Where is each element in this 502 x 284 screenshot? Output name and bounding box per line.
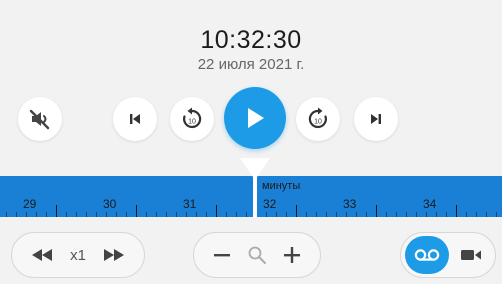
- timeline-tick-label: 29: [23, 197, 37, 211]
- timeline-tick-label: 31: [183, 197, 197, 211]
- timeline-minor-tick: [336, 212, 337, 217]
- timeline-minor-tick: [96, 212, 97, 217]
- timeline-major-tick: [56, 205, 57, 217]
- svg-text:10: 10: [188, 119, 196, 126]
- rewind-10-button[interactable]: 10: [170, 97, 214, 141]
- forward-10-icon: 10: [308, 107, 327, 129]
- timeline-minor-tick: [226, 212, 227, 217]
- timeline-minor-tick: [496, 212, 497, 217]
- zoom-indicator: [247, 245, 267, 265]
- skip-to-start-icon: [130, 114, 140, 124]
- timeline-minor-tick: [486, 212, 487, 217]
- timeline-minor-tick: [146, 212, 147, 217]
- timeline-minor-tick: [466, 212, 467, 217]
- timeline-minor-tick: [326, 212, 327, 217]
- timeline-zoom-control: [193, 232, 321, 278]
- timeline-minor-tick: [316, 212, 317, 217]
- timeline-minor-tick: [356, 212, 357, 217]
- timeline-minor-tick: [286, 212, 287, 217]
- timeline-major-tick: [456, 205, 457, 217]
- timeline-minor-tick: [176, 212, 177, 217]
- forward-10-button[interactable]: 10: [296, 97, 340, 141]
- video-camera-icon: [461, 250, 481, 260]
- timeline-major-tick: [376, 205, 377, 217]
- timeline-minor-tick: [116, 212, 117, 217]
- voicemail-icon: [414, 249, 440, 261]
- timeline-minor-tick: [306, 212, 307, 217]
- timeline-major-tick: [216, 205, 217, 217]
- timeline-minor-tick: [86, 212, 87, 217]
- timeline-unit-label: минуты: [262, 180, 301, 192]
- timeline-major-tick: [296, 205, 297, 217]
- plus-icon: [284, 247, 301, 263]
- timeline-major-tick: [136, 205, 137, 217]
- live-camera-button[interactable]: [451, 236, 491, 274]
- timeline-tick-label: 32: [263, 197, 277, 211]
- timeline-minor-tick: [436, 212, 437, 217]
- timeline-minor-tick: [426, 212, 427, 217]
- speed-increase-button[interactable]: [103, 248, 125, 262]
- speed-decrease-button[interactable]: [31, 248, 53, 262]
- timeline-minor-tick: [346, 212, 347, 217]
- timeline-minor-tick: [186, 212, 187, 217]
- timeline-minor-tick: [476, 212, 477, 217]
- timeline-minor-tick: [156, 212, 157, 217]
- timeline-minor-tick: [166, 212, 167, 217]
- timeline-minor-tick: [416, 212, 417, 217]
- skip-to-end-icon: [371, 114, 381, 124]
- timeline-minor-tick: [246, 212, 247, 217]
- timeline-tick-label: 34: [423, 197, 437, 211]
- timeline-scrubber[interactable]: минуты 29303132333435: [0, 176, 502, 217]
- timeline-tick-label: 33: [343, 197, 357, 211]
- zoom-in-button[interactable]: [282, 245, 302, 265]
- mute-button[interactable]: [18, 97, 62, 141]
- timeline-minor-tick: [66, 212, 67, 217]
- svg-text:10: 10: [314, 119, 322, 126]
- timeline-minor-tick: [196, 212, 197, 217]
- timeline-minor-tick: [126, 212, 127, 217]
- skip-to-end-button[interactable]: [354, 97, 398, 141]
- timeline-minor-tick: [266, 212, 267, 217]
- current-date: 22 июля 2021 г.: [197, 56, 305, 73]
- timeline-minor-tick: [276, 212, 277, 217]
- timeline-minor-tick: [386, 212, 387, 217]
- timeline-minor-tick: [366, 212, 367, 217]
- current-time: 10:32:30: [200, 26, 302, 54]
- timeline-minor-tick: [6, 212, 7, 217]
- play-icon: [248, 108, 264, 128]
- archive-mode-button[interactable]: [405, 236, 449, 274]
- skip-to-start-button[interactable]: [113, 97, 157, 141]
- timeline-minor-tick: [396, 212, 397, 217]
- rewind-speed-icon: [31, 249, 52, 261]
- timeline-minor-tick: [206, 212, 207, 217]
- play-button[interactable]: [224, 87, 286, 149]
- timeline-tick-label: 30: [103, 197, 117, 211]
- playhead-marker[interactable]: [240, 158, 270, 180]
- timeline-minor-tick: [36, 212, 37, 217]
- timeline-minor-tick: [446, 212, 447, 217]
- timeline-minor-tick: [46, 212, 47, 217]
- timeline-minor-tick: [406, 212, 407, 217]
- minus-icon: [213, 254, 230, 257]
- playback-speed-value: x1: [70, 246, 86, 264]
- rewind-10-icon: 10: [183, 107, 202, 129]
- magnifier-icon: [248, 246, 266, 264]
- source-mode-toggle: [400, 232, 496, 278]
- playback-speed-control: x1: [11, 232, 145, 278]
- speaker-muted-icon: [29, 109, 50, 130]
- timeline-minor-tick: [236, 212, 237, 217]
- fast-forward-speed-icon: [104, 249, 125, 261]
- timeline-minor-tick: [26, 212, 27, 217]
- timeline-minor-tick: [76, 212, 77, 217]
- timeline-minor-tick: [106, 212, 107, 217]
- zoom-out-button[interactable]: [212, 245, 232, 265]
- timeline-minor-tick: [16, 212, 17, 217]
